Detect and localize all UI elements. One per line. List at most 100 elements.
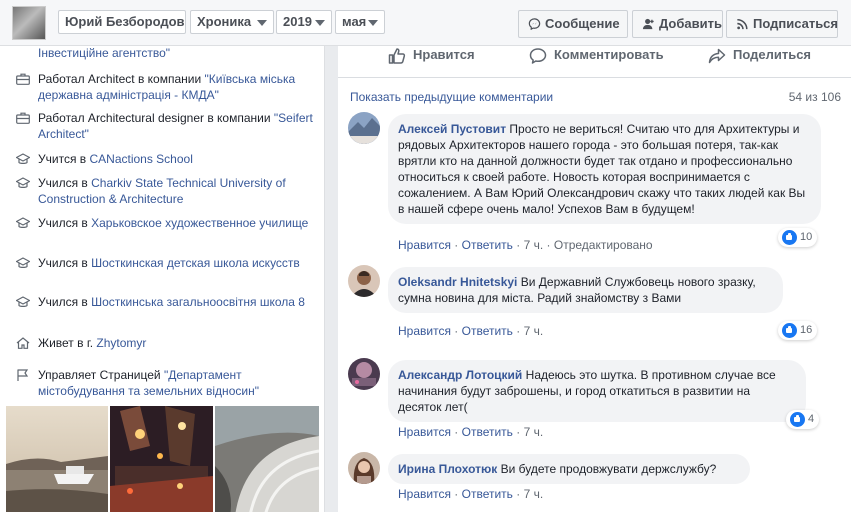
reaction-count: 4 [808, 413, 815, 425]
about-item: Работал Architect в компании "Київська м… [16, 71, 316, 103]
year-label: 2019 [283, 14, 312, 29]
about-link[interactable]: CANactions School [89, 152, 192, 166]
post-actions-bar: Нравится Комментировать Поделиться [338, 46, 851, 78]
comment-like-link[interactable]: Нравится [398, 487, 451, 501]
flag-icon [17, 369, 29, 381]
rss-icon [737, 18, 748, 30]
comment-time[interactable]: 7 ч. [524, 487, 544, 501]
post-panel: Нравится Комментировать Поделиться Показ… [338, 46, 851, 512]
about-link[interactable]: Шосткинская детская школа искусств [91, 256, 300, 270]
profile-name-button[interactable]: Юрий Безбородов [58, 10, 186, 34]
comment-author[interactable]: Александр Лотоцкий [398, 368, 522, 382]
like-post-button[interactable]: Нравится [388, 48, 498, 74]
share-icon [708, 48, 726, 64]
reaction-count: 10 [800, 231, 813, 243]
comment-item: Oleksandr Hnitetskyi Ви Державний Службо… [348, 265, 843, 340]
briefcase-icon [16, 112, 30, 124]
comment-post-button[interactable]: Комментировать [529, 48, 679, 74]
about-item: Учился в Шосткинська загальноосвітня шко… [16, 294, 316, 310]
add-friend-button[interactable]: Добавить [632, 10, 723, 38]
home-icon [16, 337, 30, 349]
about-item: Учится в CANactions School [16, 151, 316, 167]
photo-sea-boat[interactable] [6, 406, 108, 512]
about-prefix: Учился в [38, 295, 92, 309]
comment-like-link[interactable]: Нравится [398, 324, 451, 338]
avatar[interactable] [348, 265, 380, 297]
about-item: Учился в Charkiv State Technical Univers… [16, 175, 316, 207]
comment-time[interactable]: 7 ч. [524, 425, 544, 439]
subscribe-label: Подписаться [753, 16, 839, 31]
photo-architecture[interactable] [215, 406, 319, 512]
about-link[interactable]: Zhytomyr [96, 336, 146, 350]
about-item: Інвестиційне агентство" [16, 46, 316, 61]
comment-author[interactable]: Алексей Пустовит [398, 122, 506, 136]
month-label: мая [342, 14, 367, 29]
comment-meta: Нравится · Ответить · 7 ч. [398, 324, 544, 338]
about-panel: Інвестиційне агентство" Работал Architec… [0, 46, 325, 512]
about-prefix: Учился в [38, 176, 92, 190]
graduation-cap-icon [16, 257, 30, 268]
graduation-cap-icon [16, 153, 30, 164]
comment-post-label: Комментировать [554, 47, 664, 62]
year-dropdown[interactable]: 2019 [276, 10, 332, 34]
comment-meta: Нравится · Ответить · 7 ч. [398, 487, 544, 501]
profile-name: Юрий Безбородов [65, 14, 185, 29]
comment-item: Алексей Пустовит Просто не вериться! Счи… [348, 112, 843, 257]
add-friend-icon [642, 18, 654, 30]
about-item: Учился в Шосткинская детская школа искус… [16, 255, 316, 271]
chevron-down-icon [315, 20, 325, 26]
month-dropdown[interactable]: мая [335, 10, 385, 34]
comment-time[interactable]: 7 ч. [524, 238, 544, 252]
comment-bubble: Oleksandr Hnitetskyi Ви Державний Службо… [388, 267, 783, 313]
graduation-cap-icon [16, 177, 30, 188]
comment-item: Ирина Плохотюк Ви будете продовжувати де… [348, 452, 843, 512]
message-button[interactable]: Сообщение [518, 10, 628, 38]
comment-icon [529, 48, 547, 64]
avatar[interactable] [348, 112, 380, 144]
profile-avatar[interactable] [12, 6, 46, 40]
comment-reply-link[interactable]: Ответить [462, 425, 513, 439]
comment-reply-link[interactable]: Ответить [462, 324, 513, 338]
about-link[interactable]: Інвестиційне агентство" [38, 46, 170, 60]
reaction-badge[interactable]: 16 [778, 321, 818, 340]
about-item: Учился в Харьковское художественное учил… [16, 215, 316, 231]
share-post-label: Поделиться [733, 47, 812, 62]
graduation-cap-icon [16, 296, 30, 307]
about-item: Живет в г. Zhytomyr [16, 335, 316, 351]
like-post-label: Нравится [413, 47, 475, 62]
about-prefix: Учился в [38, 256, 92, 270]
comment-author[interactable]: Ирина Плохотюк [398, 462, 497, 476]
profile-topbar: Юрий Безбородов Хроника 2019 мая Сообщен… [0, 0, 851, 46]
share-post-button[interactable]: Поделиться [708, 48, 818, 74]
chronicle-dropdown[interactable]: Хроника [190, 10, 274, 34]
comment-edited: Отредактировано [553, 238, 653, 252]
comment-like-link[interactable]: Нравится [398, 425, 451, 439]
about-prefix: Живет в г. [38, 336, 97, 350]
reaction-count: 16 [800, 324, 813, 336]
comment-bubble: Ирина Плохотюк Ви будете продовжувати де… [388, 454, 750, 484]
subscribe-button[interactable]: Подписаться [726, 10, 838, 38]
avatar[interactable] [348, 358, 380, 390]
comment-reply-link[interactable]: Ответить [462, 487, 513, 501]
about-prefix: Работал Architect в компании [38, 72, 205, 86]
photo-city-night[interactable] [110, 406, 213, 512]
about-item: Работал Architectural designer в компани… [16, 110, 316, 142]
chronicle-label: Хроника [197, 14, 252, 29]
comment-bubble: Александр Лотоцкий Надеюсь это шутка. В … [388, 360, 806, 422]
comment-time[interactable]: 7 ч. [524, 324, 544, 338]
show-previous-comments-link[interactable]: Показать предыдущие комментарии [350, 90, 553, 104]
about-link[interactable]: Харьковское художественное училище [91, 216, 308, 230]
briefcase-icon [16, 73, 30, 85]
comment-reply-link[interactable]: Ответить [462, 238, 513, 252]
comment-text: Ви будете продовжувати держслужбу? [500, 462, 717, 476]
about-link[interactable]: Шосткинська загальноосвітня школа 8 [91, 295, 305, 309]
comment-like-link[interactable]: Нравится [398, 238, 451, 252]
messenger-icon [528, 18, 541, 30]
avatar[interactable] [348, 452, 380, 484]
comment-author[interactable]: Oleksandr Hnitetskyi [398, 275, 517, 289]
chevron-down-icon [368, 20, 378, 26]
graduation-cap-icon [16, 217, 30, 228]
comment-meta: Нравится · Ответить · 7 ч. [398, 425, 544, 439]
reaction-badge[interactable]: 10 [778, 228, 818, 247]
reaction-badge[interactable]: 4 [786, 410, 820, 429]
